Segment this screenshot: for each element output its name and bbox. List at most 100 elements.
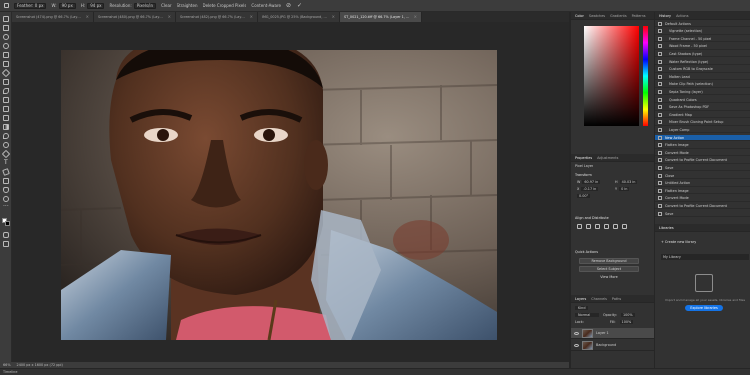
resolution-field[interactable]: Resolution: Pixels/in (109, 2, 157, 9)
layer-row[interactable]: Background (571, 340, 655, 351)
opacity-value[interactable]: 100% (620, 313, 635, 317)
panel-tab-paths[interactable]: Paths (612, 297, 621, 301)
align-center-icon[interactable] (586, 224, 591, 229)
action-row[interactable]: Water Reflection (type) (655, 59, 750, 65)
zoom-level[interactable]: 66% (3, 363, 11, 367)
commit-check-icon[interactable]: ✓ (297, 2, 303, 9)
close-tab-icon[interactable]: × (414, 15, 417, 19)
action-check-icon[interactable] (658, 112, 662, 117)
quick-selection-tool-icon[interactable] (3, 43, 9, 49)
action-row[interactable]: Vignette (selection) (655, 29, 750, 35)
explore-libraries-button[interactable]: Explore libraries (685, 305, 723, 311)
action-check-icon[interactable] (658, 89, 662, 94)
width-field[interactable]: W: 90 px (51, 2, 76, 9)
brush-tool-icon[interactable] (3, 88, 9, 94)
action-check-icon[interactable] (658, 105, 662, 110)
screen-mode-icon[interactable] (3, 241, 9, 247)
blur-tool-icon[interactable] (3, 133, 9, 139)
lasso-tool-icon[interactable] (3, 34, 9, 40)
align-top-icon[interactable] (604, 224, 609, 229)
action-check-icon[interactable] (658, 211, 662, 216)
clone-stamp-tool-icon[interactable] (3, 97, 9, 103)
straighten-button[interactable]: Straighten (177, 2, 198, 9)
action-check-icon[interactable] (658, 158, 662, 163)
healing-brush-tool-icon[interactable] (3, 79, 9, 85)
layer-row[interactable]: Layer 1 (571, 328, 655, 339)
my-library-select[interactable]: My Library (661, 254, 749, 260)
action-row[interactable]: Default Actions (655, 21, 750, 27)
panel-tab-properties[interactable]: Properties (575, 156, 592, 160)
zoom-tool-icon[interactable] (3, 196, 9, 202)
content-aware-checkbox[interactable]: Content-Aware (251, 2, 281, 9)
crop-tool-icon[interactable] (4, 3, 9, 8)
y-transform-field[interactable]: Y0 in (615, 187, 630, 191)
panel-tab-layers[interactable]: Layers (575, 297, 586, 301)
color-field[interactable] (584, 26, 639, 126)
panel-tab-actions[interactable]: Actions (676, 14, 688, 18)
action-row[interactable]: Custom RGB to Grayscale (655, 67, 750, 73)
action-check-icon[interactable] (658, 120, 662, 125)
type-tool-icon[interactable]: T (3, 159, 9, 166)
action-check-icon[interactable] (658, 29, 662, 34)
hand-tool-icon[interactable] (3, 187, 9, 193)
cancel-icon[interactable]: ⊘ (286, 2, 292, 9)
panel-tab-channels[interactable]: Channels (591, 297, 607, 301)
action-row[interactable]: Quadrant Colors (655, 97, 750, 103)
action-check-icon[interactable] (658, 203, 662, 208)
panel-tab-adjustments[interactable]: Adjustments (597, 156, 618, 160)
dodge-tool-icon[interactable] (3, 142, 9, 148)
panel-tab-gradients[interactable]: Gradients (610, 14, 627, 18)
action-check-icon[interactable] (658, 181, 662, 186)
action-row[interactable]: Mixer Brush Cloning Paint Setup (655, 120, 750, 126)
action-row[interactable]: Convert to Profile Current Document (655, 158, 750, 164)
action-check-icon[interactable] (658, 196, 662, 201)
clear-button[interactable]: Clear (161, 2, 171, 9)
action-row[interactable]: Save (655, 211, 750, 217)
document-tab[interactable]: ST_0021_120.tiff @ 66.7% (Layer 1, RGB/8… (340, 12, 422, 22)
action-row[interactable]: Frame Channel - 50 pixel (655, 36, 750, 43)
action-row[interactable]: Flatten Image (655, 143, 750, 149)
pen-tool-icon[interactable] (1, 149, 11, 159)
action-row[interactable]: Untitled Action (655, 181, 750, 187)
visibility-eye-icon[interactable] (574, 331, 579, 335)
document-image[interactable] (61, 50, 497, 340)
close-tab-icon[interactable]: × (332, 15, 335, 19)
action-check-icon[interactable] (658, 51, 662, 56)
action-row[interactable]: Save (655, 165, 750, 172)
kind-filter[interactable]: Kind (575, 306, 589, 310)
action-row[interactable]: Gradient Map (655, 112, 750, 119)
action-check-icon[interactable] (658, 36, 662, 41)
action-row[interactable]: Wood Frame - 50 pixel (655, 44, 750, 50)
frame-tool-icon[interactable] (3, 61, 9, 67)
action-check-icon[interactable] (658, 21, 662, 26)
select-subject-button[interactable]: Select Subject (579, 266, 639, 272)
document-tab[interactable]: Screenshot (474).png @ 66.7% (Layer 1, R… (12, 12, 94, 22)
action-check-icon[interactable] (658, 82, 662, 87)
close-tab-icon[interactable]: × (168, 15, 171, 19)
document-tab[interactable]: Screenshot (480).png @ 66.7% (Layer 1, R… (94, 12, 176, 22)
action-check-icon[interactable] (658, 165, 662, 170)
align-left-icon[interactable] (577, 224, 582, 229)
height-transform-field[interactable]: H 40.03 in (615, 180, 638, 184)
angle-field[interactable]: 0.00° (577, 194, 591, 198)
create-library-link[interactable]: + Create new library (661, 240, 696, 244)
quick-mask-icon[interactable] (3, 232, 9, 238)
eraser-tool-icon[interactable] (3, 115, 9, 121)
panel-tab-swatches[interactable]: Swatches (589, 14, 605, 18)
action-row[interactable]: Convert Mode (655, 150, 750, 157)
background-color-swatch[interactable] (5, 221, 10, 226)
action-check-icon[interactable] (658, 44, 662, 49)
action-check-icon[interactable] (658, 150, 662, 155)
action-row[interactable]: Cast Shadow (type) (655, 51, 750, 58)
eyedropper-tool-icon[interactable] (1, 68, 11, 78)
document-tab[interactable]: Screenshot (482).png @ 66.7% (Layer 1, R… (176, 12, 258, 22)
action-check-icon[interactable] (658, 127, 662, 132)
gradient-tool-icon[interactable] (3, 124, 9, 130)
action-row[interactable]: Save As Photoshop PDF (655, 105, 750, 111)
height-field[interactable]: H: 94 px (81, 2, 105, 9)
action-check-icon[interactable] (658, 143, 662, 148)
action-row[interactable]: Convert to Profile Current Document (655, 203, 750, 210)
action-check-icon[interactable] (658, 74, 662, 79)
blend-mode-select[interactable]: Normal (575, 313, 599, 317)
action-check-icon[interactable] (658, 173, 662, 178)
